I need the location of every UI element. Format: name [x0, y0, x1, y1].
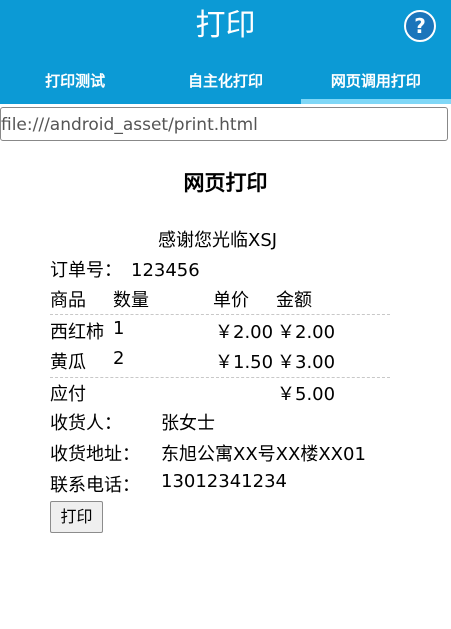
column-amount: 金额 [276, 290, 312, 311]
url-field[interactable]: file:///android_asset/print.html [0, 107, 448, 141]
tab-custom-print[interactable]: 自主化打印 [150, 62, 300, 104]
item-qty: 1 [113, 318, 125, 339]
total-value: ￥5.00 [277, 384, 336, 405]
total-label: 应付 [50, 384, 86, 405]
app-bar: 打印 ? 打印测试 自主化打印 网页调用打印 [0, 0, 451, 104]
item-name: 黄瓜 [50, 352, 86, 373]
help-icon[interactable]: ? [404, 10, 436, 42]
page-heading: 网页打印 [183, 171, 268, 195]
column-qty: 数量 [113, 290, 149, 311]
phone-value: 13012341234 [161, 471, 287, 492]
item-amount: ￥3.00 [277, 352, 336, 373]
print-button[interactable]: 打印 [50, 501, 103, 533]
divider-bottom [50, 377, 390, 378]
item-name: 西红柿 [50, 322, 104, 343]
item-price: ￥2.00 [215, 322, 274, 343]
item-amount: ￥2.00 [277, 322, 336, 343]
tab-web-print[interactable]: 网页调用打印 [300, 62, 451, 104]
divider-top [50, 314, 390, 315]
receiver-value: 张女士 [161, 413, 215, 434]
thanks-text: 感谢您光临XSJ [158, 230, 278, 251]
tab-bar: 打印测试 自主化打印 网页调用打印 [0, 62, 451, 104]
tab-print-test[interactable]: 打印测试 [0, 62, 150, 104]
address-label: 收货地址： [50, 444, 140, 465]
column-price: 单价 [213, 290, 249, 311]
url-text: file:///android_asset/print.html [1, 115, 258, 135]
phone-label: 联系电话： [50, 475, 140, 496]
item-qty: 2 [113, 348, 125, 369]
order-number: 123456 [131, 260, 200, 281]
app-title: 打印 [195, 8, 256, 43]
address-value: 东旭公寓XX号XX楼XX01 [161, 444, 366, 465]
receiver-label: 收货人： [50, 413, 122, 434]
column-item: 商品 [50, 290, 86, 311]
item-price: ￥1.50 [215, 352, 274, 373]
order-label: 订单号： [50, 260, 122, 281]
